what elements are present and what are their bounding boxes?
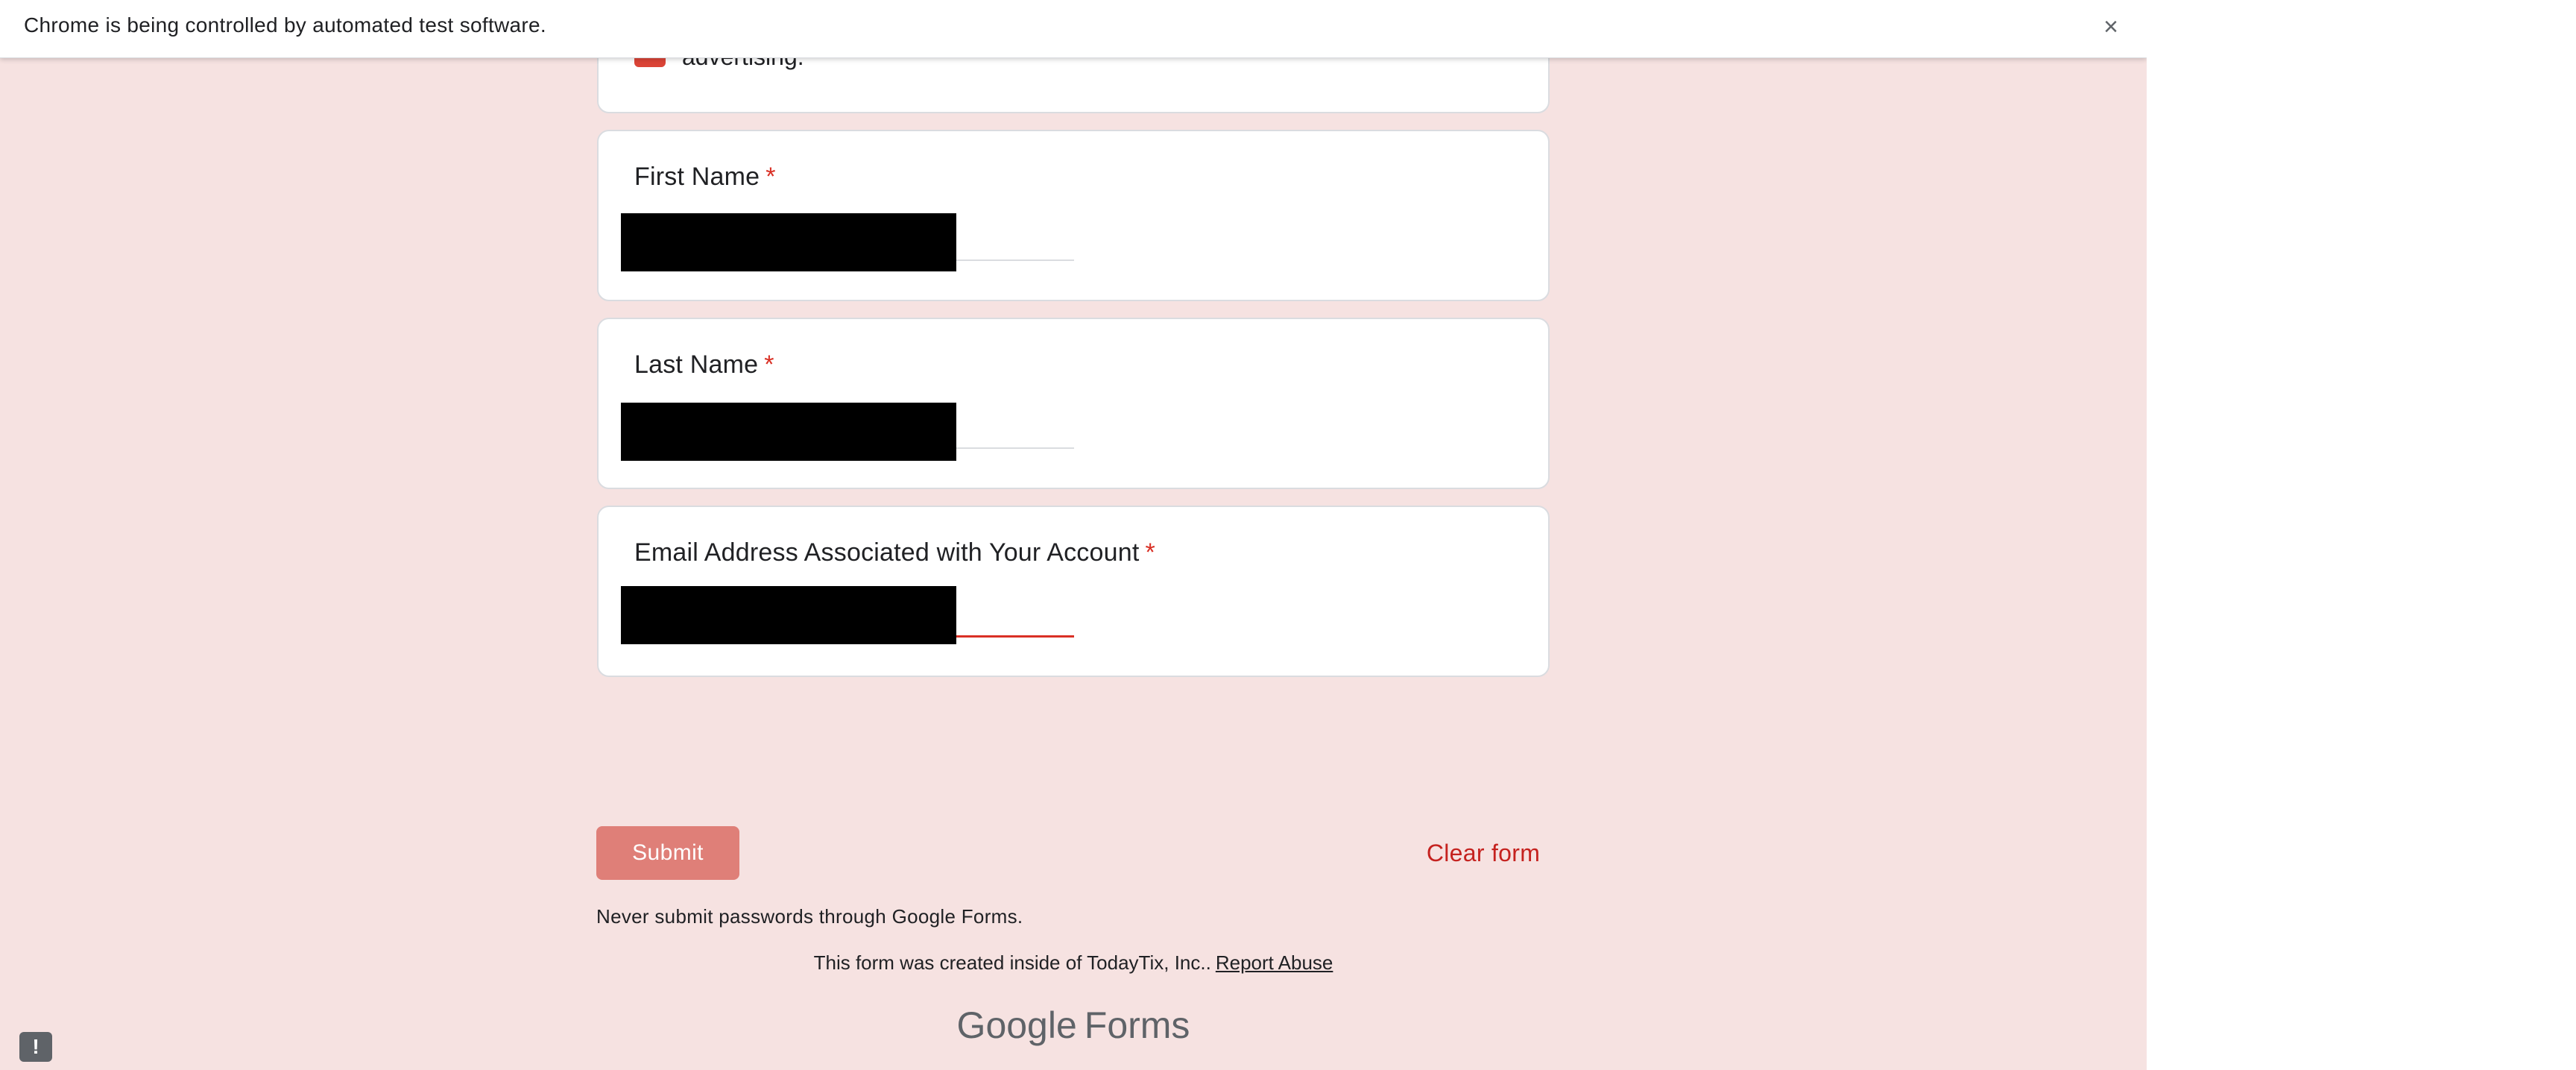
required-asterisk: *: [1145, 538, 1155, 567]
clear-form-button[interactable]: Clear form: [1416, 826, 1550, 880]
question-label: First Name: [634, 163, 760, 191]
feedback-icon[interactable]: !: [19, 1032, 52, 1062]
redacted-block: [621, 213, 956, 271]
question-label: Last Name: [634, 350, 759, 379]
form-footer: This form was created inside of TodayTix…: [0, 951, 2147, 975]
infobar-message: Chrome is being controlled by automated …: [24, 13, 546, 37]
close-icon[interactable]: ×: [2096, 12, 2126, 42]
required-asterisk: *: [764, 350, 774, 379]
logo-google: Google: [956, 1004, 1077, 1046]
question-card-email: Email Address Associated with Your Accou…: [597, 506, 1550, 677]
question-label: Email Address Associated with Your Accou…: [634, 538, 1140, 567]
report-abuse-link[interactable]: Report Abuse: [1216, 951, 1333, 974]
question-title: Last Name *: [634, 350, 774, 380]
question-title: First Name *: [634, 163, 776, 192]
question-card-first-name: First Name *: [597, 130, 1550, 301]
password-warning: Never submit passwords through Google Fo…: [596, 905, 1023, 928]
question-title: Email Address Associated with Your Accou…: [634, 538, 1155, 567]
google-forms-logo[interactable]: Google Forms: [0, 1004, 2147, 1047]
submit-button[interactable]: Submit: [596, 826, 739, 880]
required-asterisk: *: [765, 163, 776, 191]
logo-forms: Forms: [1084, 1004, 1190, 1046]
form-page: Chrome is being controlled by automated …: [0, 0, 2147, 1070]
automation-infobar: Chrome is being controlled by automated …: [0, 0, 2147, 58]
question-card-last-name: Last Name *: [597, 318, 1550, 489]
redacted-block: [621, 403, 956, 461]
footer-text: This form was created inside of TodayTix…: [813, 951, 1211, 974]
redacted-block: [621, 586, 956, 644]
